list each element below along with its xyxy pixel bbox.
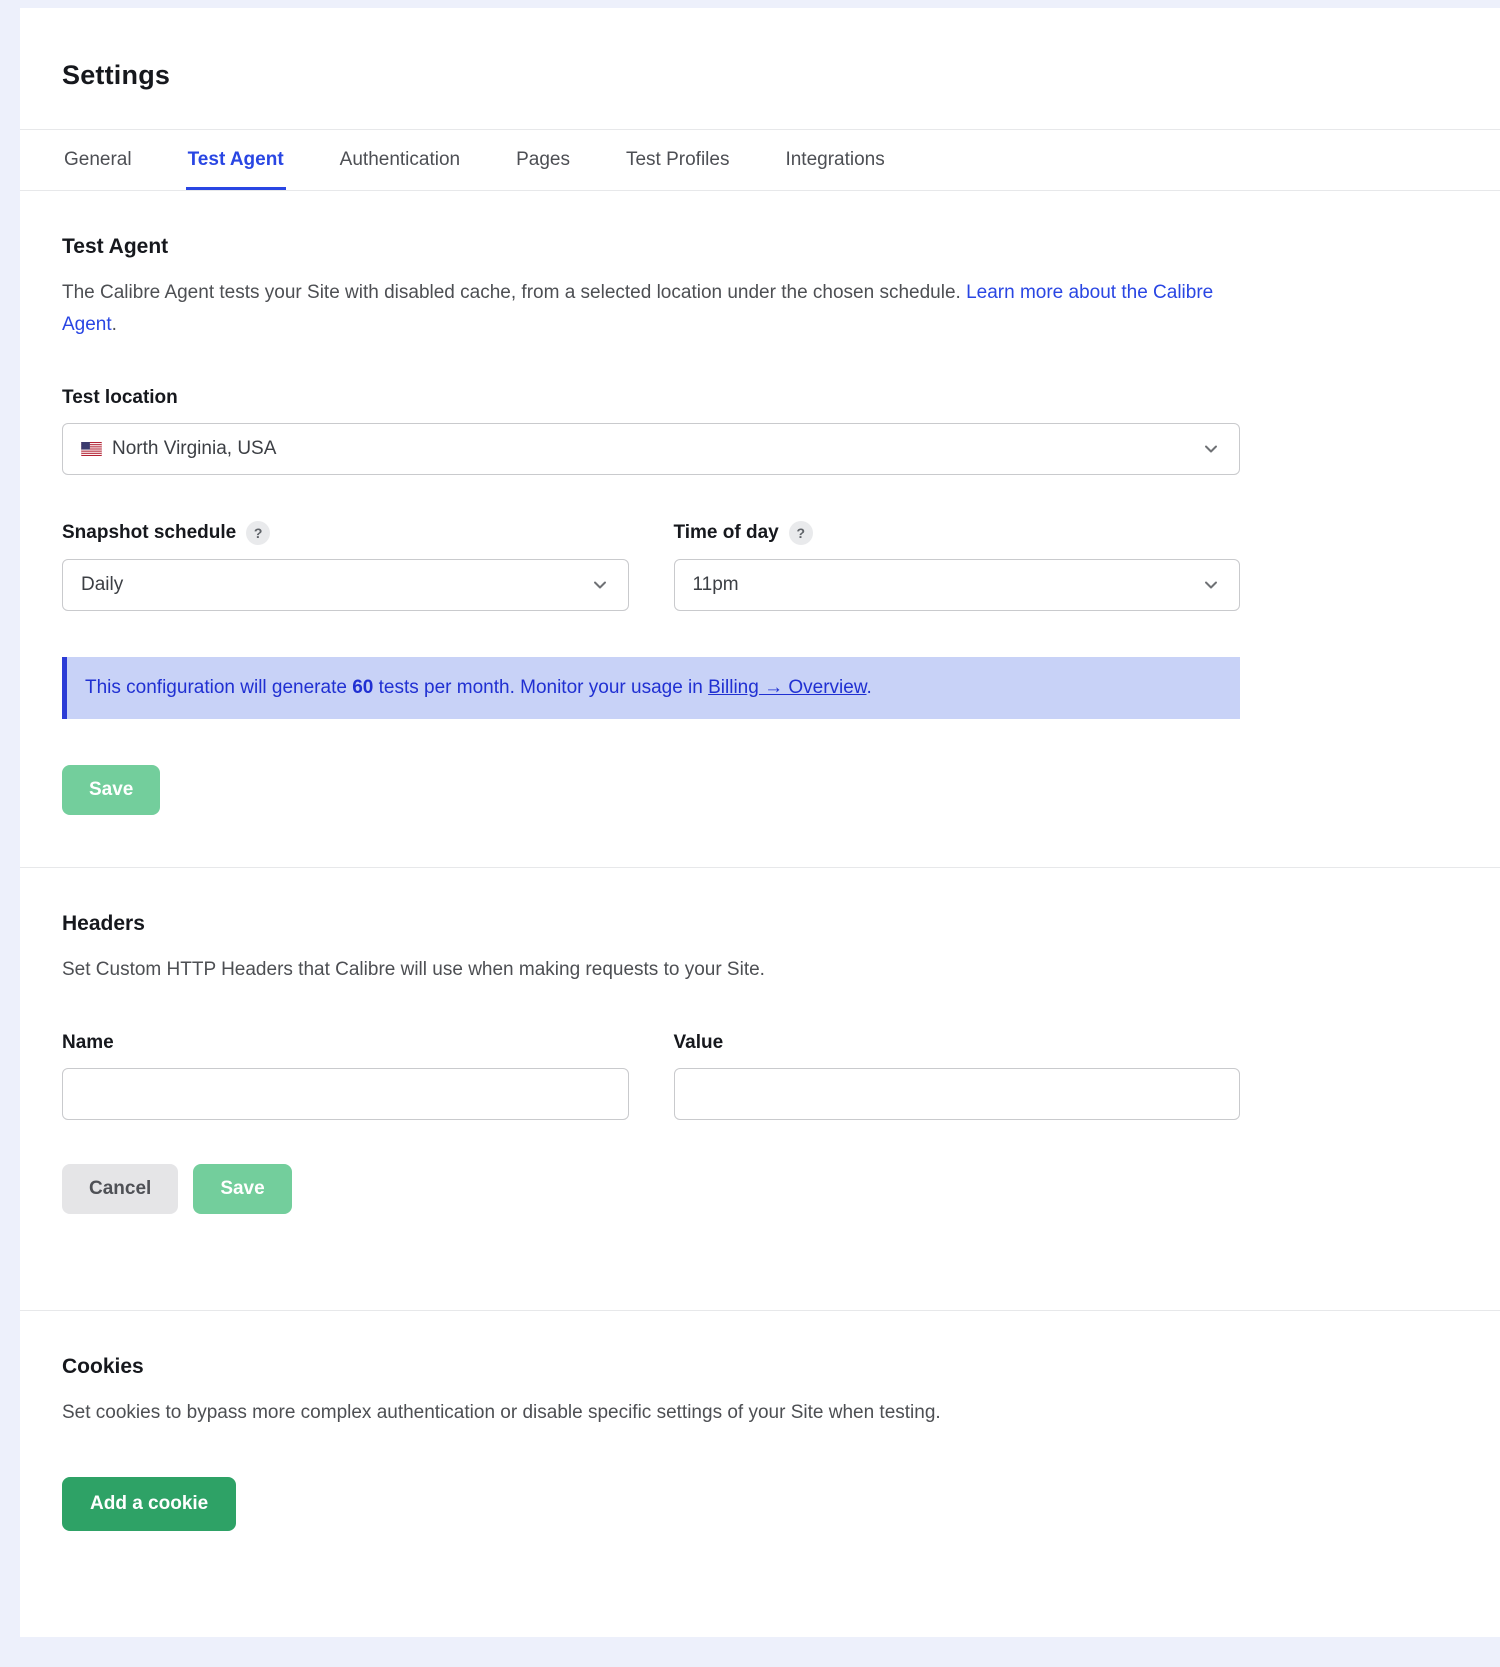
tab-pages[interactable]: Pages <box>514 130 572 190</box>
banner-text-2: tests per month. Monitor your usage in <box>373 677 708 698</box>
chevron-down-icon <box>1201 575 1221 595</box>
description-text-end: . <box>112 314 117 335</box>
test-location-value: North Virginia, USA <box>112 438 276 460</box>
snapshot-schedule-label: Snapshot schedule ? <box>62 521 629 545</box>
page-title: Settings <box>62 60 1500 91</box>
settings-card: Settings General Test Agent Authenticati… <box>20 8 1500 1637</box>
cookies-actions: Add a cookie <box>62 1477 1240 1531</box>
header-name-label-text: Name <box>62 1032 114 1054</box>
header-value-label: Value <box>674 1032 1241 1054</box>
snapshot-schedule-select[interactable]: Daily <box>62 559 629 611</box>
header-value-label-text: Value <box>674 1032 724 1054</box>
header-name-field: Name <box>62 986 629 1120</box>
banner-text: This configuration will generate <box>85 677 352 698</box>
time-of-day-value: 11pm <box>693 574 739 596</box>
snapshot-schedule-field: Snapshot schedule ? Daily <box>62 475 629 611</box>
header-name-label: Name <box>62 1032 629 1054</box>
description-text: The Calibre Agent tests your Site with d… <box>62 282 966 303</box>
header-value-input[interactable] <box>674 1068 1241 1120</box>
settings-tabs: General Test Agent Authentication Pages … <box>20 129 1500 191</box>
cancel-button[interactable]: Cancel <box>62 1164 178 1214</box>
banner-test-count: 60 <box>352 677 373 698</box>
test-agent-section: Test Agent The Calibre Agent tests your … <box>20 235 1500 815</box>
test-agent-actions: Save <box>62 765 1240 815</box>
headers-actions: Cancel Save <box>62 1164 1240 1214</box>
headers-section: Headers Set Custom HTTP Headers that Cal… <box>20 912 1500 1214</box>
header-value-field: Value <box>674 986 1241 1120</box>
snapshot-schedule-value: Daily <box>81 574 123 596</box>
test-location-label: Test location <box>62 387 1240 409</box>
time-of-day-label-text: Time of day <box>674 522 779 544</box>
banner-text-end: . <box>867 677 872 698</box>
usage-banner: This configuration will generate 60 test… <box>62 657 1240 719</box>
time-of-day-label: Time of day ? <box>674 521 1241 545</box>
header-fields-row: Name Value <box>62 986 1240 1120</box>
test-agent-heading: Test Agent <box>62 235 1240 259</box>
billing-overview-link[interactable]: Billing → Overview <box>708 677 866 698</box>
schedule-row: Snapshot schedule ? Daily Time of day ? … <box>62 475 1240 611</box>
snapshot-schedule-label-text: Snapshot schedule <box>62 522 236 544</box>
tab-integrations[interactable]: Integrations <box>783 130 886 190</box>
us-flag-icon <box>81 442 102 456</box>
help-icon[interactable]: ? <box>246 521 270 545</box>
headers-heading: Headers <box>62 912 1240 936</box>
tab-test-profiles[interactable]: Test Profiles <box>624 130 731 190</box>
save-button[interactable]: Save <box>193 1164 291 1214</box>
cookies-section: Cookies Set cookies to bypass more compl… <box>20 1355 1500 1531</box>
cookies-description: Set cookies to bypass more complex authe… <box>62 1397 1240 1429</box>
header-name-input[interactable] <box>62 1068 629 1120</box>
tab-test-agent[interactable]: Test Agent <box>186 130 286 190</box>
test-location-select[interactable]: North Virginia, USA <box>62 423 1240 475</box>
tab-authentication[interactable]: Authentication <box>338 130 462 190</box>
time-of-day-field: Time of day ? 11pm <box>674 475 1241 611</box>
test-location-label-text: Test location <box>62 387 178 409</box>
help-icon[interactable]: ? <box>789 521 813 545</box>
chevron-down-icon <box>590 575 610 595</box>
save-button[interactable]: Save <box>62 765 160 815</box>
cookies-heading: Cookies <box>62 1355 1240 1379</box>
section-divider <box>20 1310 1500 1311</box>
add-cookie-button[interactable]: Add a cookie <box>62 1477 236 1531</box>
tab-general[interactable]: General <box>62 130 134 190</box>
chevron-down-icon <box>1201 439 1221 459</box>
time-of-day-select[interactable]: 11pm <box>674 559 1241 611</box>
test-agent-description: The Calibre Agent tests your Site with d… <box>62 277 1240 341</box>
section-divider <box>20 867 1500 868</box>
headers-description: Set Custom HTTP Headers that Calibre wil… <box>62 954 1240 986</box>
